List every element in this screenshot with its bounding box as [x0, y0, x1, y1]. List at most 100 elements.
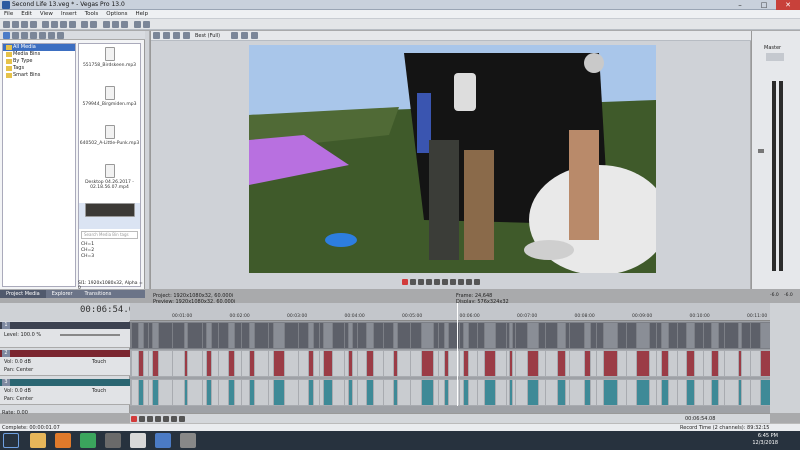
- timeline-clip[interactable]: [250, 380, 254, 405]
- menu-file[interactable]: File: [0, 10, 17, 19]
- loop-icon[interactable]: [410, 279, 416, 285]
- timeline-clip[interactable]: [761, 351, 770, 376]
- timeline-clip[interactable]: [546, 380, 557, 405]
- app-icon[interactable]: [130, 433, 146, 448]
- timeline-clip[interactable]: [650, 323, 656, 348]
- timeline-clip[interactable]: [219, 351, 228, 376]
- timeline-clip[interactable]: [235, 380, 241, 405]
- audio-track-2-events[interactable]: [130, 379, 770, 406]
- timeline-clip[interactable]: [309, 323, 313, 348]
- timeline-clip[interactable]: [695, 323, 703, 348]
- timeline-clip[interactable]: [203, 351, 206, 376]
- playhead-cursor[interactable]: [457, 303, 458, 406]
- timeline-clip[interactable]: [235, 323, 241, 348]
- timeline-clip[interactable]: [478, 323, 484, 348]
- timeline-clip[interactable]: [149, 351, 152, 376]
- timeline-clip[interactable]: [510, 380, 512, 405]
- timeline-clip[interactable]: [139, 351, 143, 376]
- timeline-clip[interactable]: [585, 351, 590, 376]
- undo-icon[interactable]: [81, 21, 88, 28]
- timeline-clip[interactable]: [513, 323, 515, 348]
- menu-view[interactable]: View: [36, 10, 57, 19]
- timeline-clip[interactable]: [255, 380, 268, 405]
- envelope-tool-icon[interactable]: [112, 21, 119, 28]
- timeline-clip[interactable]: [719, 380, 724, 405]
- go-to-start-icon[interactable]: [171, 416, 177, 422]
- timeline-clip[interactable]: [496, 323, 506, 348]
- timeline-clip[interactable]: [528, 380, 538, 405]
- timeline-clip[interactable]: [207, 380, 211, 405]
- timeline-clip[interactable]: [725, 380, 738, 405]
- timeline-clip[interactable]: [507, 323, 509, 348]
- tree-smart-bins[interactable]: Smart Bins: [3, 72, 75, 79]
- timeline-clip[interactable]: [464, 380, 468, 405]
- automation-mode[interactable]: Touch: [92, 359, 106, 365]
- timeline-clip[interactable]: [445, 323, 448, 348]
- tab-project-media[interactable]: Project Media: [0, 290, 46, 298]
- timeline-clip[interactable]: [274, 323, 284, 348]
- timeline-clip[interactable]: [585, 380, 590, 405]
- timeline-clip[interactable]: [687, 380, 694, 405]
- play-icon[interactable]: [426, 279, 432, 285]
- timeline-clip[interactable]: [516, 323, 527, 348]
- stop-icon[interactable]: [163, 416, 169, 422]
- timeline-clip[interactable]: [434, 351, 438, 376]
- go-to-start-icon[interactable]: [450, 279, 456, 285]
- timeline-clip[interactable]: [662, 323, 668, 348]
- tree-all-media[interactable]: All Media: [3, 44, 75, 51]
- timeline-clip[interactable]: [678, 323, 686, 348]
- timeline-clip[interactable]: [274, 380, 284, 405]
- tab-explorer[interactable]: Explorer: [46, 290, 79, 298]
- timeline-clip[interactable]: [712, 323, 718, 348]
- timeline-clip[interactable]: [285, 351, 298, 376]
- timeline-clip[interactable]: [528, 351, 538, 376]
- timeline-clip[interactable]: [269, 380, 273, 405]
- timeline-clip[interactable]: [662, 380, 668, 405]
- timeline-clip[interactable]: [558, 351, 565, 376]
- edit-tool-icon[interactable]: [103, 21, 110, 28]
- timeline-clip[interactable]: [229, 351, 234, 376]
- timeline-clip[interactable]: [751, 380, 760, 405]
- timeline-clip[interactable]: [558, 380, 565, 405]
- split-screen-icon[interactable]: [183, 32, 190, 39]
- views-icon[interactable]: [57, 32, 64, 39]
- menu-insert[interactable]: Insert: [57, 10, 81, 19]
- timeline-clip[interactable]: [669, 380, 677, 405]
- timeline-clip[interactable]: [657, 351, 661, 376]
- timeline-clip[interactable]: [139, 380, 143, 405]
- app-icon[interactable]: [155, 433, 171, 448]
- go-to-end-icon[interactable]: [179, 416, 185, 422]
- timeline-clip[interactable]: [469, 351, 477, 376]
- timeline-clip[interactable]: [570, 351, 584, 376]
- timeline-clip[interactable]: [513, 380, 515, 405]
- timeline-clip[interactable]: [650, 380, 656, 405]
- import-media-icon[interactable]: [3, 32, 10, 39]
- audio-track-header[interactable]: 3 Vol: 0.0 dB Pan: Center Touch: [0, 379, 130, 405]
- timeline-clip[interactable]: [384, 323, 393, 348]
- timeline-clip[interactable]: [242, 380, 249, 405]
- get-media-icon[interactable]: [21, 32, 28, 39]
- timeline-clip[interactable]: [349, 351, 352, 376]
- timeline-clip[interactable]: [637, 323, 649, 348]
- timeline-clip[interactable]: [422, 323, 433, 348]
- timeline-clip[interactable]: [250, 351, 254, 376]
- paste-icon[interactable]: [69, 21, 76, 28]
- timeline-clip[interactable]: [353, 380, 357, 405]
- timeline-clip[interactable]: [235, 351, 241, 376]
- timeline-clip[interactable]: [597, 380, 603, 405]
- timeline-clip[interactable]: [212, 351, 218, 376]
- timeline-clip[interactable]: [761, 323, 770, 348]
- timeline-clip[interactable]: [460, 351, 463, 376]
- timeline-clip[interactable]: [144, 323, 148, 348]
- timeline-clip[interactable]: [285, 380, 298, 405]
- timeline-clip[interactable]: [345, 351, 348, 376]
- timeline-clip[interactable]: [460, 380, 463, 405]
- timeline-clip[interactable]: [132, 351, 138, 376]
- timeline-clip[interactable]: [742, 351, 750, 376]
- timeline-clip[interactable]: [314, 351, 319, 376]
- timeline-clip[interactable]: [153, 351, 158, 376]
- timeline-clip[interactable]: [320, 380, 323, 405]
- timeline-clip[interactable]: [398, 380, 410, 405]
- timeline-clip[interactable]: [358, 351, 366, 376]
- file-explorer-icon[interactable]: [30, 433, 46, 448]
